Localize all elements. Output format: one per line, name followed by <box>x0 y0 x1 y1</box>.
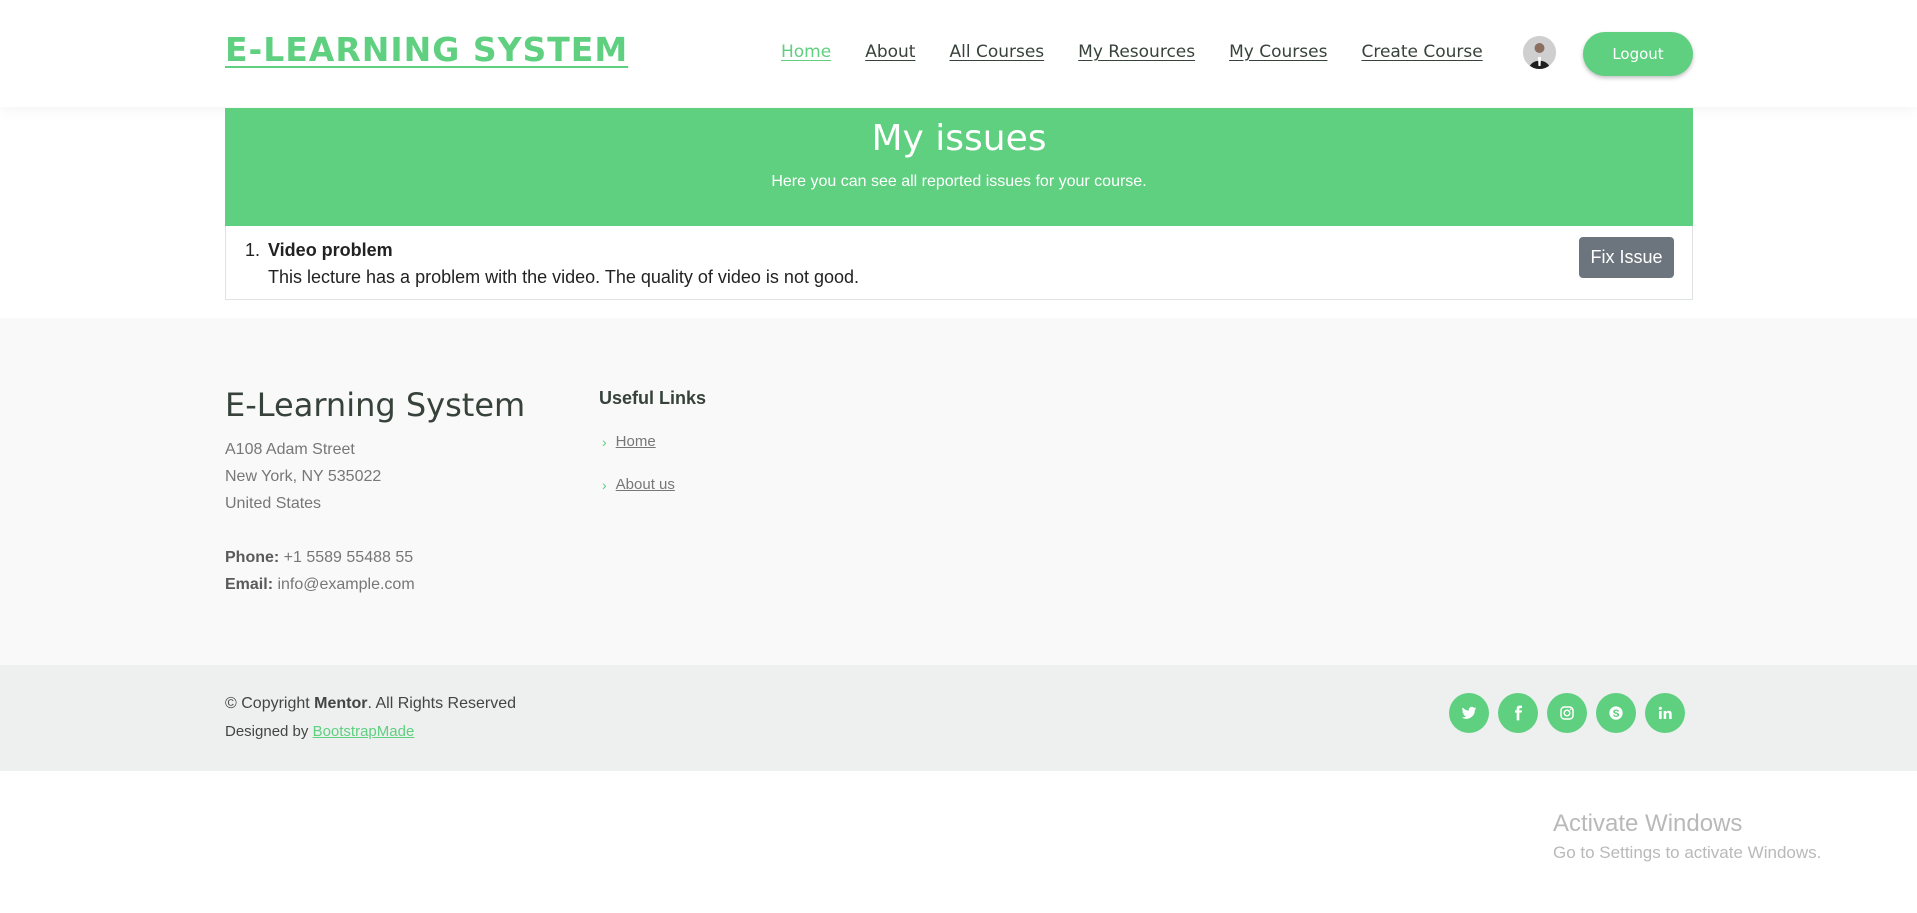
page-banner: My issues Here you can see all reported … <box>225 108 1693 226</box>
instagram-icon[interactable] <box>1547 693 1587 733</box>
footer-brand: E-Learning System <box>225 386 526 424</box>
fix-issue-button[interactable]: Fix Issue <box>1579 237 1674 278</box>
footer-top: E-Learning System A108 Adam Street New Y… <box>0 318 1917 665</box>
nav-my-resources[interactable]: My Resources <box>1078 42 1195 62</box>
footer-link-item: › Home <box>602 433 656 450</box>
issue-description: This lecture has a problem with the vide… <box>268 267 860 287</box>
windows-watermark-title: Activate Windows <box>1553 810 1743 837</box>
nav-about[interactable]: About <box>865 42 915 62</box>
chevron-right-icon: › <box>602 476 607 493</box>
designed-by: Designed by BootstrapMade <box>225 723 414 740</box>
email-row: Email: info@example.com <box>225 571 415 598</box>
linkedin-icon[interactable] <box>1645 693 1685 733</box>
phone-value: +1 5589 55488 55 <box>283 549 414 566</box>
phone-row: Phone: +1 5589 55488 55 <box>225 544 415 571</box>
chevron-right-icon: › <box>602 433 607 450</box>
issue-number: 1. <box>245 240 261 260</box>
logout-button[interactable]: Logout <box>1583 32 1693 76</box>
windows-watermark-subtitle: Go to Settings to activate Windows. <box>1553 843 1822 862</box>
address-line: A108 Adam Street <box>225 441 355 458</box>
copyright-name: Mentor <box>314 695 368 712</box>
copyright-text: © Copyright Mentor. All Rights Reserved <box>225 695 516 713</box>
copyright-suffix: . All Rights Reserved <box>367 695 517 712</box>
address-line: New York, NY 535022 <box>225 468 382 485</box>
footer-link-home[interactable]: Home <box>616 433 656 450</box>
social-links <box>1449 693 1685 733</box>
twitter-icon[interactable] <box>1449 693 1489 733</box>
phone-label: Phone: <box>225 549 280 566</box>
page-title: My issues <box>871 118 1047 159</box>
site-header: E-LEARNING SYSTEM Home About All Courses… <box>0 0 1917 107</box>
email-value: info@example.com <box>277 576 415 593</box>
skype-icon[interactable] <box>1596 693 1636 733</box>
facebook-icon[interactable] <box>1498 693 1538 733</box>
email-label: Email: <box>225 576 274 593</box>
footer-link-about[interactable]: About us <box>616 476 675 493</box>
page-subtitle: Here you can see all reported issues for… <box>771 173 1147 190</box>
footer-link-item: › About us <box>602 476 675 493</box>
footer-contact: A108 Adam Street New York, NY 535022 Uni… <box>225 436 415 598</box>
copyright-prefix: © Copyright <box>225 695 310 712</box>
address-line: United States <box>225 495 322 512</box>
nav-home[interactable]: Home <box>781 42 831 62</box>
avatar[interactable] <box>1523 36 1556 69</box>
useful-links-title: Useful Links <box>599 388 707 408</box>
nav-create-course[interactable]: Create Course <box>1361 42 1482 62</box>
issue-title: Video problem <box>268 240 393 260</box>
issue-list-item: 1. Video problem This lecture has a prob… <box>225 226 1693 300</box>
main-nav: Home About All Courses My Resources My C… <box>781 42 1483 62</box>
footer-bottom: © Copyright Mentor. All Rights Reserved … <box>0 665 1917 771</box>
designed-by-label: Designed by <box>225 723 309 740</box>
designer-link[interactable]: BootstrapMade <box>313 723 415 740</box>
site-logo[interactable]: E-LEARNING SYSTEM <box>225 30 628 69</box>
nav-my-courses[interactable]: My Courses <box>1229 42 1327 62</box>
user-avatar-icon <box>1523 36 1556 69</box>
nav-all-courses[interactable]: All Courses <box>949 42 1044 62</box>
